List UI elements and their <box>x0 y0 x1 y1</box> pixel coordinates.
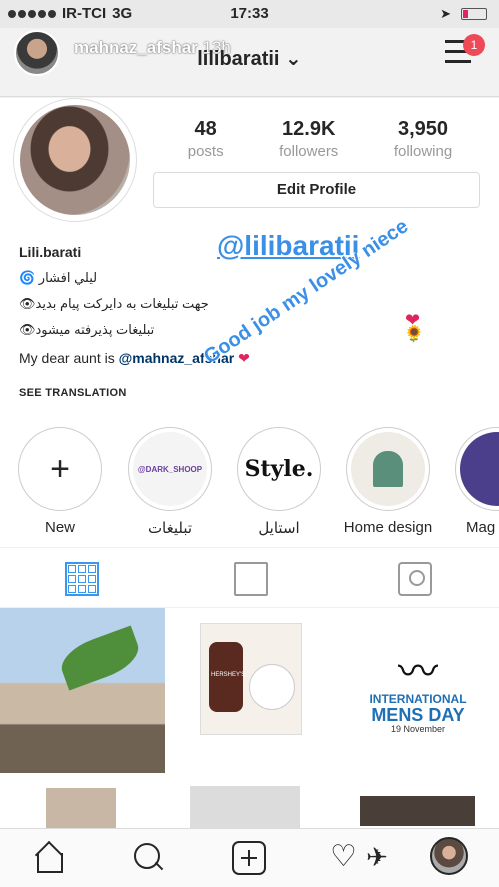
search-icon[interactable] <box>132 841 166 875</box>
stat-posts[interactable]: 48 posts <box>188 118 224 160</box>
post-text: INTERNATIONAL <box>369 692 467 706</box>
stat-following[interactable]: 3,950 following <box>394 118 452 160</box>
highlight-style[interactable]: Style. استايل <box>234 427 324 537</box>
feed-view-icon[interactable] <box>234 562 268 596</box>
profile-avatar-icon[interactable] <box>430 837 468 875</box>
battery-icon <box>461 8 487 20</box>
profile-header-bar: mahnaz_afshar 13h lilibaratii ⌄ 1 <box>0 28 499 98</box>
bottom-navigation: ♡ ✈ <box>0 828 499 887</box>
stat-following-label: following <box>393 143 453 160</box>
post-thumbnail[interactable] <box>200 623 302 735</box>
profile-tabs <box>0 548 499 608</box>
post-text: 19 November <box>390 724 446 734</box>
menu-button[interactable]: 1 <box>445 34 485 68</box>
stat-posts-label: posts <box>187 143 224 160</box>
post-thumbnail[interactable]: 〰 INTERNATIONAL MENS DAY 19 November <box>348 650 488 734</box>
highlight-ads[interactable]: @DARK_SHOOP تبليغات <box>125 427 215 537</box>
bio-aunt-line: My dear aunt is @mahnaz_afshar ❤ <box>19 350 479 367</box>
post-text: MENS DAY <box>371 705 465 725</box>
tagged-photos-icon[interactable] <box>398 562 432 596</box>
mustache-icon: 〰 <box>398 650 438 694</box>
status-right: ➤ <box>440 6 487 22</box>
home-icon[interactable] <box>32 841 66 875</box>
highlight-cover-ads: @DARK_SHOOP <box>133 432 207 506</box>
profile-bio: Lili.barati ليلي افشار 🌀 جهت تبليغات به … <box>19 244 479 367</box>
stat-posts-value: 48 <box>194 118 217 140</box>
notification-badge: 1 <box>463 34 485 56</box>
status-bar: IR-TCI 3G 17:33 ➤ <box>0 0 499 28</box>
post-thumbnail[interactable] <box>0 608 165 773</box>
stat-following-value: 3,950 <box>397 118 449 140</box>
story-highlights: + New @DARK_SHOOP تبليغات Style. استايل … <box>0 427 499 537</box>
header-divider <box>0 96 499 97</box>
profile-picture[interactable] <box>13 98 137 222</box>
highlight-mag[interactable]: Mag <box>452 427 499 536</box>
bio-aunt-text: My dear aunt is <box>19 350 119 366</box>
edit-profile-button[interactable]: Edit Profile <box>153 172 480 208</box>
highlight-label: Home design <box>343 519 433 536</box>
highlight-label: Mag <box>466 519 496 536</box>
stat-followers-value: 12.9K <box>282 118 336 140</box>
highlight-label: تبليغات <box>147 520 193 537</box>
highlight-home-design[interactable]: Home design <box>343 427 433 536</box>
plus-icon: + <box>50 449 70 488</box>
grid-view-icon[interactable] <box>65 562 99 596</box>
profile-stats: 48 posts 12.9K followers 3,950 following <box>160 118 480 160</box>
highlight-label: استايل <box>258 520 300 537</box>
stat-followers[interactable]: 12.9K followers <box>279 118 338 160</box>
send-message-icon[interactable]: ✈ <box>366 841 400 875</box>
highlight-cover-style: Style. <box>242 432 316 506</box>
activity-heart-icon[interactable]: ♡ <box>330 841 364 875</box>
highlight-new[interactable]: + New <box>15 427 105 536</box>
new-post-icon[interactable] <box>232 841 266 875</box>
post-thumbnail[interactable] <box>46 788 116 828</box>
house-illustration <box>373 451 403 487</box>
bio-line: ليلي افشار 🌀 <box>19 270 98 285</box>
see-translation-link[interactable]: SEE TRANSLATION <box>19 387 127 399</box>
post-thumbnail[interactable] <box>190 786 300 828</box>
highlight-label: New <box>44 519 75 536</box>
sunflower-sticker: 🌻 <box>404 326 424 343</box>
stat-followers-label: followers <box>279 143 339 160</box>
profile-username-dropdown[interactable]: lilibaratii ⌄ <box>0 46 499 71</box>
location-icon: ➤ <box>440 6 451 21</box>
post-thumbnail[interactable] <box>360 796 475 826</box>
status-time: 17:33 <box>230 5 269 22</box>
